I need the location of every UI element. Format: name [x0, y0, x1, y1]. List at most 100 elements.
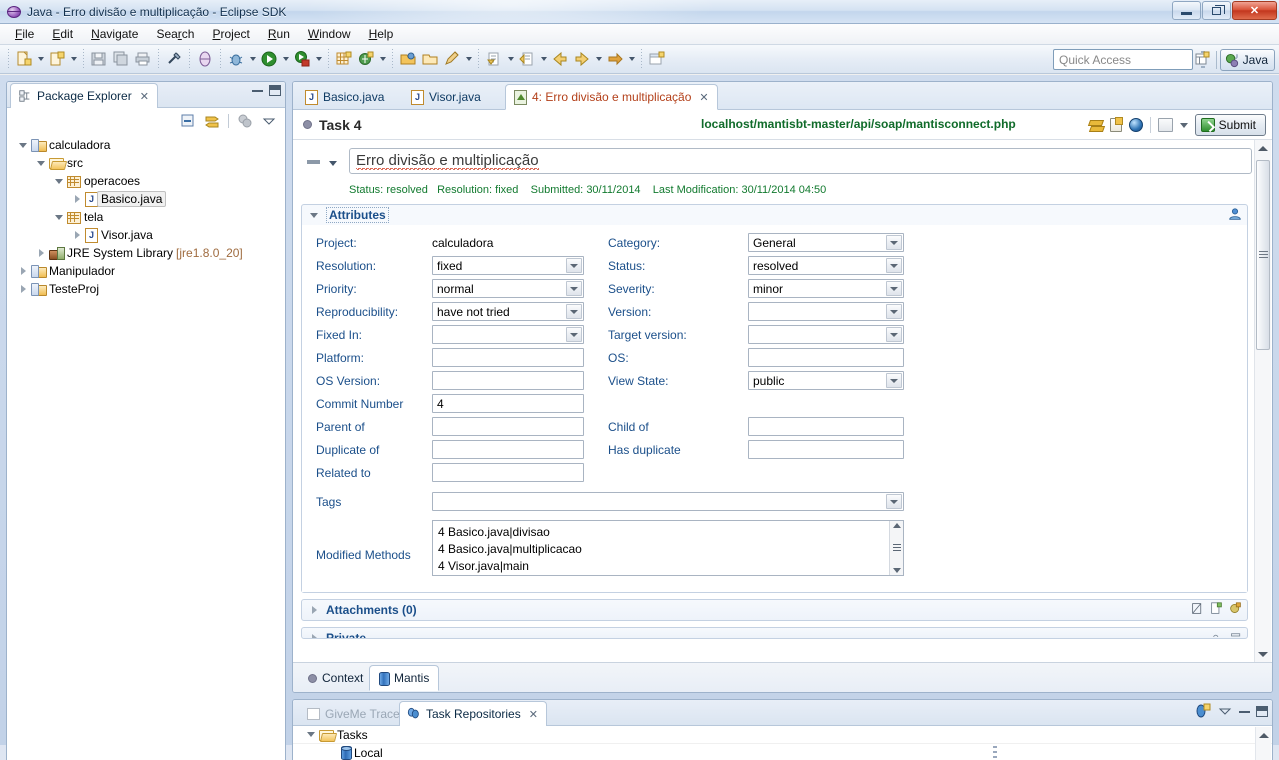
previous-edit-dropdown-icon[interactable] [538, 48, 549, 70]
menu-search[interactable]: Search [147, 25, 203, 43]
chevron-down-icon[interactable] [566, 327, 582, 342]
field-left-8[interactable] [432, 417, 584, 436]
new-class-dropdown-icon[interactable] [377, 48, 388, 70]
activate-task-icon[interactable] [441, 48, 463, 70]
link-with-editor-icon[interactable] [204, 113, 220, 129]
submit-button[interactable]: Submit [1194, 114, 1266, 136]
tree-twisty-icon[interactable] [15, 137, 31, 153]
tree-twisty-icon[interactable] [33, 155, 49, 171]
tree-twisty-icon[interactable] [51, 209, 67, 225]
new-class-icon[interactable] [355, 48, 377, 70]
new-java-project-icon[interactable] [46, 48, 68, 70]
tab-mantis[interactable]: Mantis [369, 665, 440, 691]
field-left-6[interactable] [432, 371, 584, 390]
field-left-4[interactable] [432, 325, 584, 344]
menu-help[interactable]: Help [360, 25, 403, 43]
tree-item[interactable]: src [7, 154, 285, 172]
field-left-1[interactable]: fixed [432, 256, 584, 275]
quick-access-input[interactable]: Quick Access [1053, 49, 1193, 70]
next-annotation-icon[interactable] [483, 48, 505, 70]
minimize-button[interactable] [1172, 1, 1201, 20]
tree-item[interactable]: operacoes [7, 172, 285, 190]
debug-dropdown-icon[interactable] [247, 48, 258, 70]
tree-item[interactable]: Manipulador [7, 262, 285, 280]
open-in-browser-icon[interactable] [1128, 118, 1143, 132]
chevron-down-icon[interactable] [886, 373, 902, 388]
new-package-icon[interactable] [333, 48, 355, 70]
previous-edit-icon[interactable] [516, 48, 538, 70]
package-explorer-tab-close-icon[interactable]: ✕ [140, 90, 149, 103]
chevron-down-icon[interactable] [566, 304, 582, 319]
window-resize-sash[interactable] [993, 746, 997, 760]
tab-close-icon[interactable]: ✕ [529, 708, 538, 721]
tab-giveme-trace[interactable]: GiveMe Trace [299, 701, 409, 726]
chevron-down-icon[interactable] [566, 258, 582, 273]
tree-item[interactable]: J Basico.java [7, 190, 285, 208]
minimize-icon[interactable] [1239, 710, 1250, 713]
vscroll-thumb[interactable] [1256, 160, 1270, 350]
maximize-icon[interactable] [1256, 705, 1268, 717]
activate-task-dropdown-icon[interactable] [463, 48, 474, 70]
chevron-down-icon[interactable] [886, 281, 902, 296]
field-right-4[interactable] [748, 325, 904, 344]
person-icon[interactable] [1228, 207, 1242, 221]
chevron-down-icon[interactable] [886, 304, 902, 319]
tab-task-4[interactable]: 4: Erro divisão e multiplicação ✕ [505, 84, 718, 110]
field-left-3[interactable]: have not tried [432, 302, 584, 321]
field-right-1[interactable]: resolved [748, 256, 904, 275]
add-repository-icon[interactable] [1195, 703, 1211, 719]
view-menu-icon[interactable] [1217, 703, 1233, 719]
back-icon[interactable] [549, 48, 571, 70]
forward-arrow-dropdown-icon[interactable] [626, 48, 637, 70]
close-button[interactable]: ✕ [1232, 1, 1277, 20]
tab-close-icon[interactable]: ✕ [699, 91, 708, 104]
run-external-tools-icon[interactable] [291, 48, 313, 70]
new-java-dropdown-icon[interactable] [68, 48, 79, 70]
menu-edit[interactable]: Edit [43, 25, 82, 43]
new-subtask-icon[interactable] [1109, 117, 1123, 132]
perspective-java-button[interactable]: J Java [1219, 49, 1275, 71]
tab-task-repositories[interactable]: Task Repositories ✕ [399, 701, 547, 726]
scroll-up-icon[interactable] [893, 523, 901, 528]
task-repositories-vscrollbar[interactable] [1255, 727, 1271, 760]
attach-file-icon[interactable] [1210, 602, 1223, 615]
forward-icon[interactable] [571, 48, 593, 70]
field-right-2[interactable]: minor [748, 279, 904, 298]
run-icon[interactable] [258, 48, 280, 70]
tree-twisty-icon[interactable] [69, 191, 85, 207]
chevron-right-icon[interactable] [308, 602, 320, 618]
menu-project[interactable]: Project [203, 25, 258, 43]
tree-twisty-icon[interactable] [51, 173, 67, 189]
repository-tree-item[interactable]: Tasks [293, 726, 1272, 744]
task-form-vscrollbar[interactable] [1254, 140, 1271, 662]
chevron-down-icon[interactable] [886, 235, 902, 250]
private-menu-icon[interactable] [1230, 630, 1242, 638]
collapse-summary-icon[interactable] [307, 160, 320, 164]
new-window-icon[interactable] [646, 48, 668, 70]
history-dropdown-icon[interactable] [1179, 122, 1188, 128]
attach-icon[interactable] [1229, 602, 1242, 615]
field-left-2[interactable]: normal [432, 279, 584, 298]
tab-basico-java[interactable]: J Basico.java [297, 84, 392, 110]
open-repository-icon[interactable] [419, 48, 441, 70]
tree-item[interactable]: JRE System Library [jre1.8.0_20] [7, 244, 285, 262]
menu-file[interactable]: File [6, 25, 43, 43]
tab-context[interactable]: Context [299, 665, 372, 691]
open-task-icon[interactable] [397, 48, 419, 70]
modified-method-row[interactable]: 4 Basico.java|divisao [433, 523, 903, 540]
chevron-down-icon[interactable] [566, 281, 582, 296]
field-left-5[interactable] [432, 348, 584, 367]
debug-icon[interactable] [225, 48, 247, 70]
field-right-6[interactable]: public [748, 371, 904, 390]
private-section-header[interactable]: Private [302, 628, 1247, 638]
tree-twisty-icon[interactable] [15, 263, 31, 279]
chevron-down-icon[interactable] [886, 327, 902, 342]
minimize-icon[interactable] [252, 89, 263, 92]
tree-twisty-icon[interactable] [33, 245, 49, 261]
tree-twisty-icon[interactable] [15, 281, 31, 297]
history-icon[interactable] [1157, 118, 1173, 132]
synchronize-icon[interactable] [1089, 118, 1103, 132]
save-all-icon[interactable] [110, 48, 132, 70]
open-type-icon[interactable] [194, 48, 216, 70]
tags-field[interactable] [432, 492, 904, 511]
